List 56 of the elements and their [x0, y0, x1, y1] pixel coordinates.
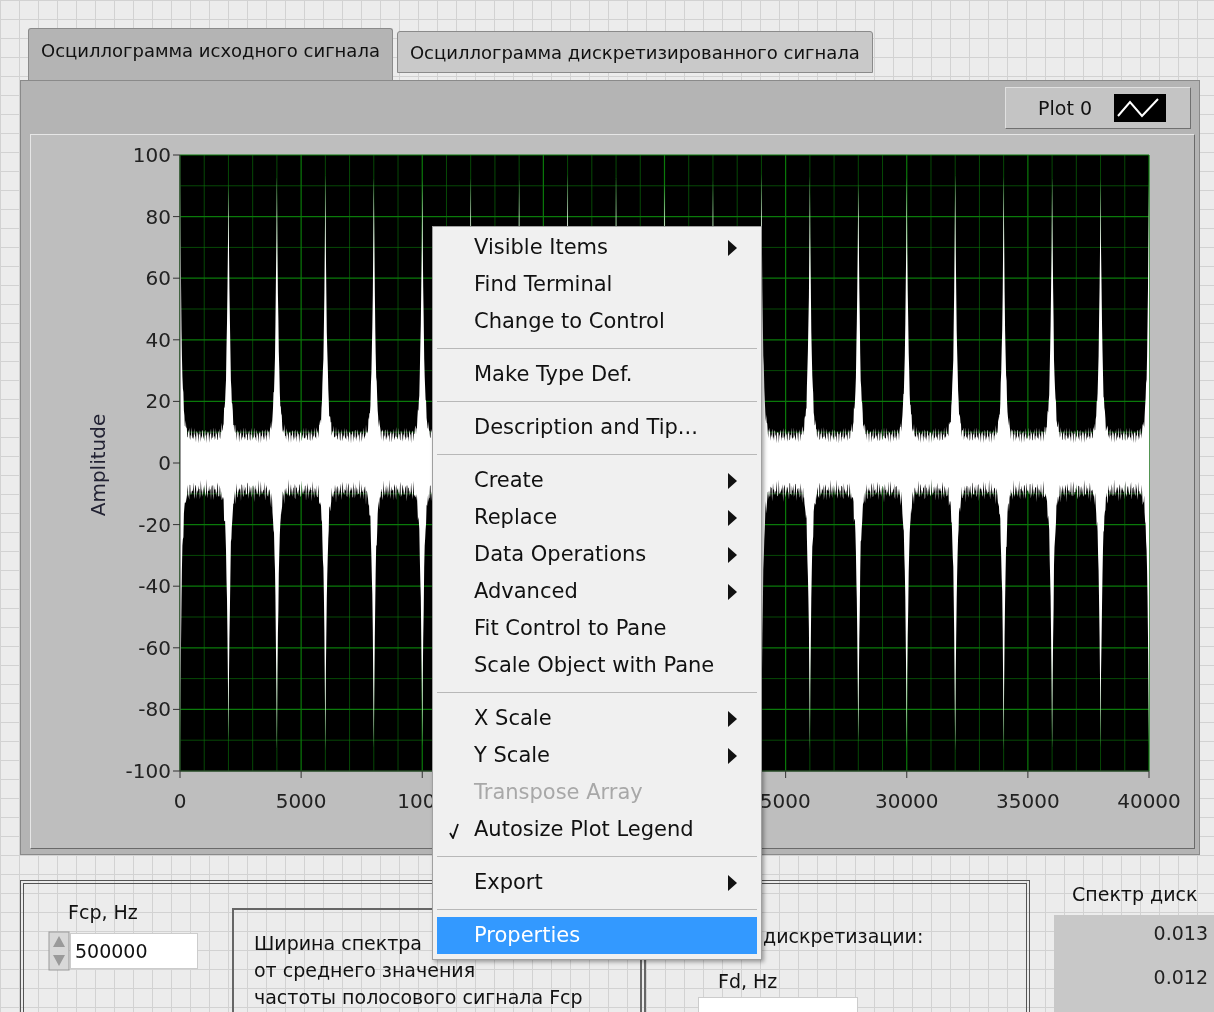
menu-item[interactable]: Visible Items — [437, 229, 757, 266]
y-tick-label: -80 — [138, 697, 171, 722]
plot-name: Plot 0 — [1038, 95, 1092, 121]
y-tick-label: 100 — [132, 143, 171, 167]
y-tick-label: -20 — [138, 512, 171, 537]
menu-item[interactable]: Replace — [437, 499, 757, 536]
submenu-arrow-icon — [728, 546, 737, 563]
menu-item[interactable]: Y Scale — [437, 737, 757, 774]
fcp-label: Fcp, Hz — [67, 900, 139, 925]
x-tick-label: 35000 — [996, 789, 1060, 813]
note-text: Ширина спектра — [254, 931, 422, 956]
menu-item[interactable]: Make Type Def. — [437, 356, 757, 393]
y-tick-label: 0.013 — [1153, 920, 1208, 946]
x-tick-label: 30000 — [874, 789, 939, 813]
submenu-arrow-icon — [728, 583, 737, 600]
sampling-caption: дискретизации: — [763, 924, 924, 949]
submenu-arrow-icon — [728, 710, 737, 727]
menu-item[interactable]: Description and Tip... — [437, 409, 757, 446]
y-tick-label: 40 — [145, 327, 171, 352]
menu-item[interactable]: Fit Control to Pane — [437, 610, 757, 647]
x-tick-label: 5000 — [275, 789, 327, 813]
menu-item[interactable]: Export — [437, 864, 757, 901]
y-tick-label: 0.012 — [1153, 965, 1208, 990]
submenu-arrow-icon — [728, 472, 737, 489]
menu-item[interactable]: Autosize Plot Legend — [437, 811, 757, 848]
submenu-arrow-icon — [728, 874, 737, 891]
y-axis-label: Amplitude — [86, 413, 110, 517]
fcp-input[interactable]: 500000 — [70, 932, 198, 969]
menu-item[interactable]: Change to Control — [437, 303, 757, 340]
submenu-arrow-icon — [728, 509, 737, 526]
menu-item[interactable]: Create — [437, 462, 757, 499]
x-tick-label: 5000 — [759, 789, 811, 813]
checkmark-icon — [449, 823, 459, 839]
tab[interactable]: Осциллограмма дискретизированного сигнала — [396, 31, 873, 73]
y-tick-label: 0 — [158, 451, 171, 475]
y-tick-label: 80 — [145, 204, 171, 229]
y-tick-label: -40 — [138, 574, 171, 599]
note-text: от среднего значения — [254, 958, 476, 983]
fd-label: Fd, Hz — [718, 968, 778, 994]
menu-item[interactable]: Data Operations — [437, 536, 757, 573]
menu-item[interactable]: Advanced — [437, 573, 757, 610]
y-tick-label: -60 — [138, 635, 171, 660]
spinner-icon[interactable] — [48, 930, 70, 971]
menu-item[interactable]: Find Terminal — [437, 266, 757, 303]
x-tick-label: 40000 — [1117, 789, 1181, 813]
y-tick-label: 20 — [145, 389, 171, 414]
tab[interactable]: Осциллограмма исходного сигнала — [28, 28, 393, 80]
menu-item[interactable]: Scale Object with Pane — [437, 647, 757, 684]
y-tick-label: -100 — [125, 759, 171, 783]
menu-item[interactable]: X Scale — [437, 700, 757, 737]
note-text: частоты полосового сигнала Fcp — [254, 985, 583, 1010]
x-tick-label: 0 — [173, 789, 187, 813]
spectrum-title: Спектр диск — [1071, 882, 1199, 907]
y-tick-label: 60 — [145, 266, 171, 291]
submenu-arrow-icon — [728, 747, 737, 764]
submenu-arrow-icon — [728, 239, 737, 256]
